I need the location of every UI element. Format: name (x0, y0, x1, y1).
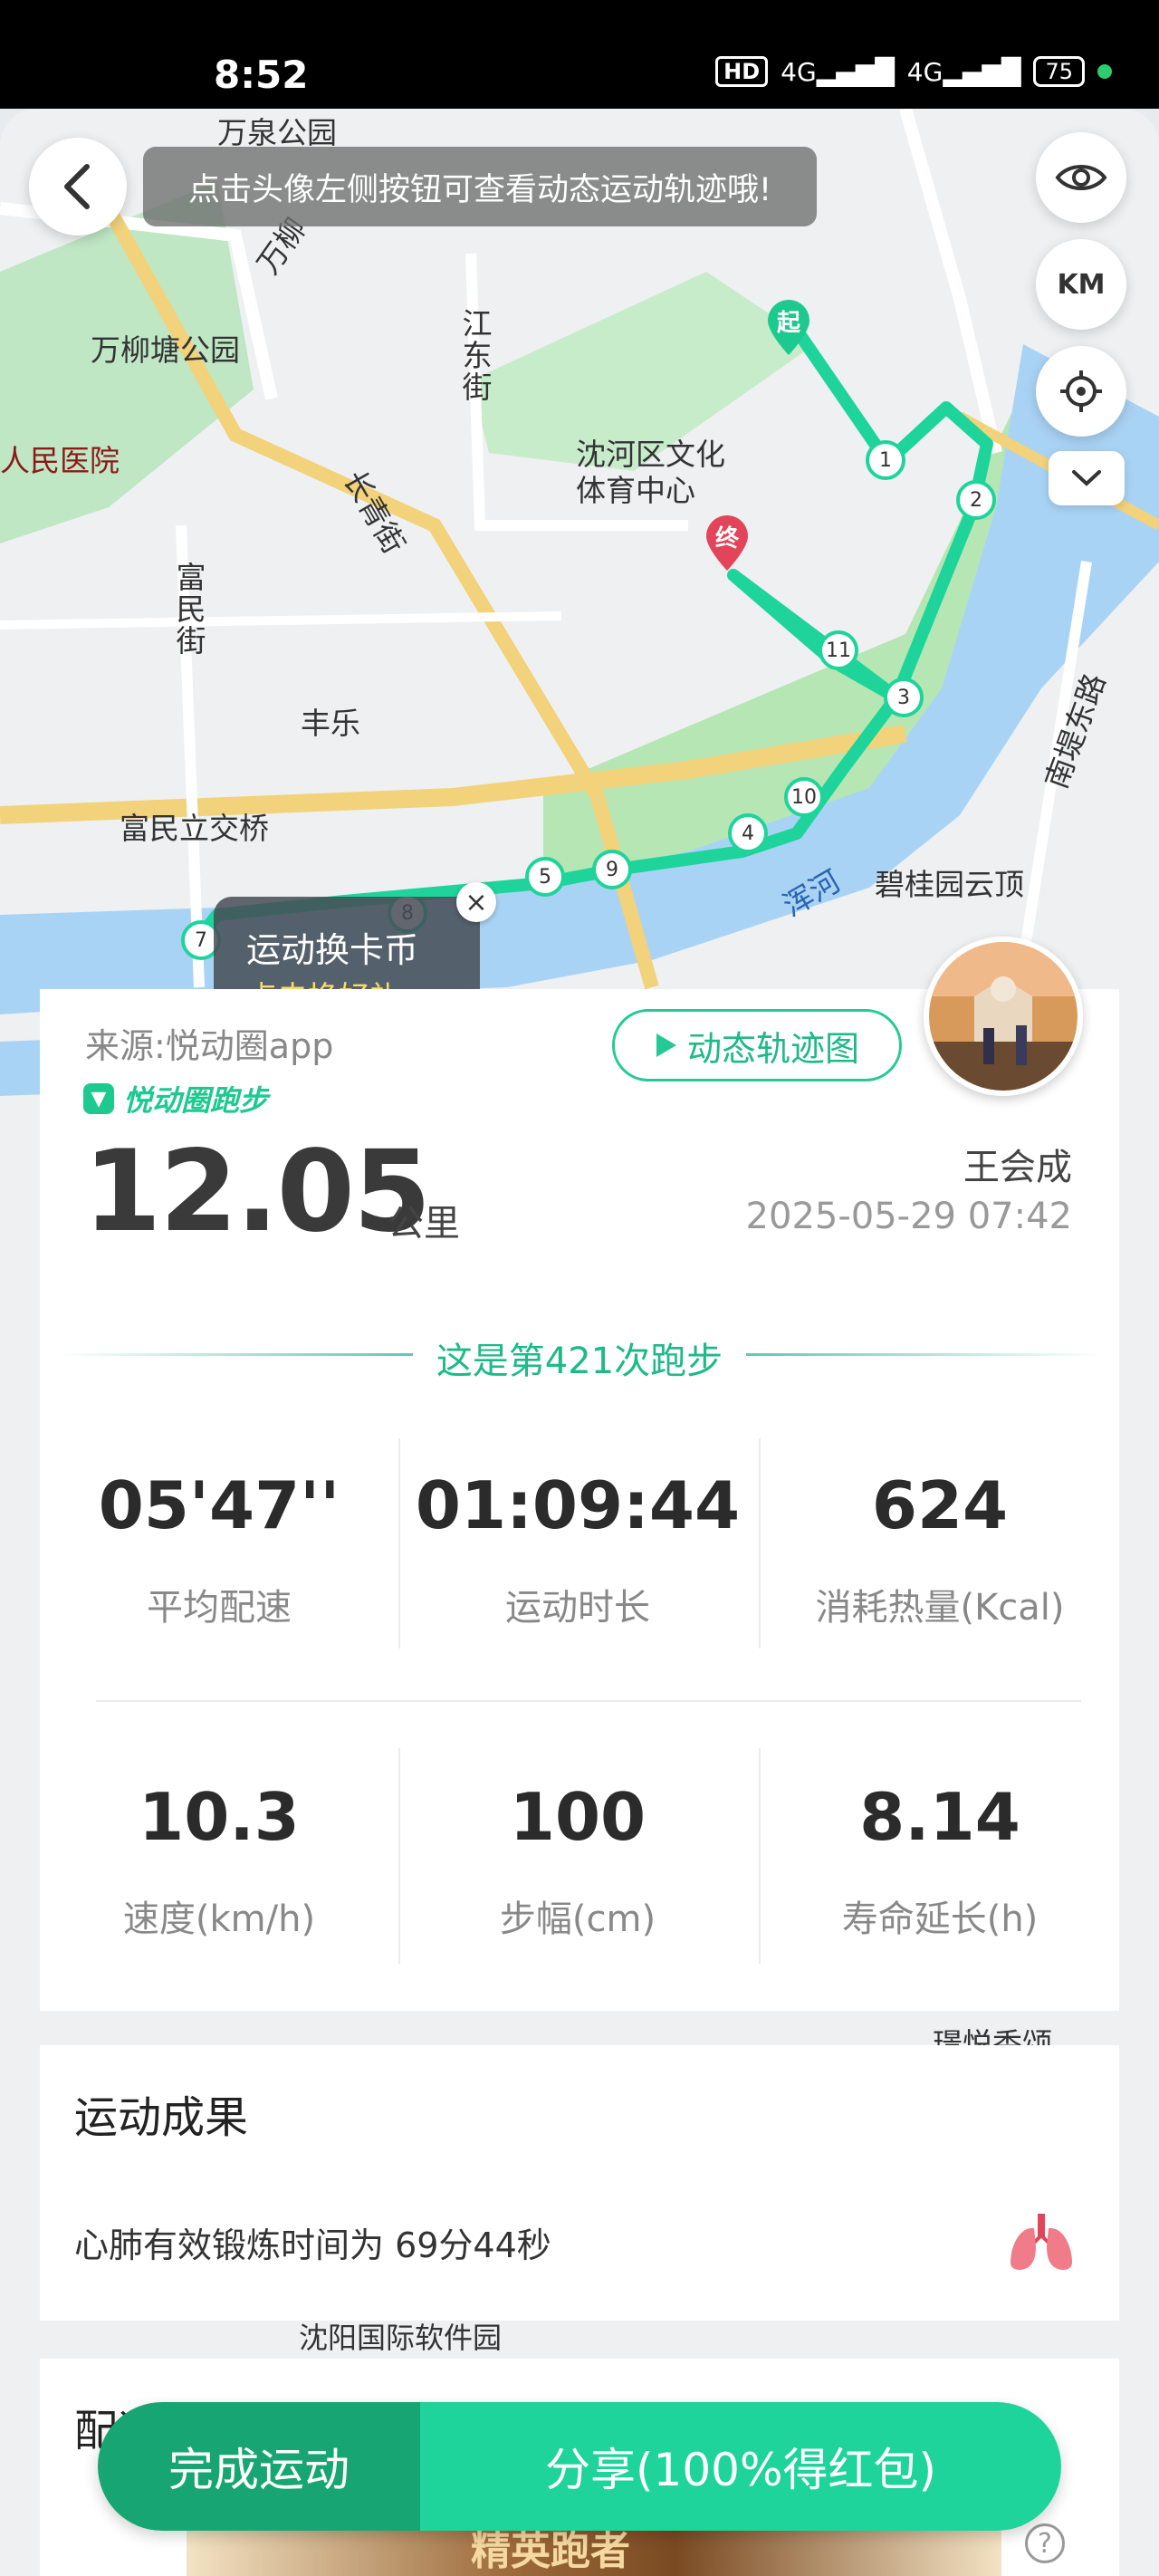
hd-icon: HD (715, 56, 769, 87)
crosshair-icon (1060, 370, 1102, 412)
status-icons: HD 4G▂▄▆█ 4G▂▄▆█ 75 (715, 56, 1112, 87)
km-marker-3: 3 (884, 678, 924, 717)
start-marker-icon[interactable]: 起 (764, 297, 813, 357)
km-marker-2: 2 (956, 480, 996, 520)
distance-unit: 公里 (388, 1203, 460, 1245)
map-label-wanliu-park: 万柳塘公园 (91, 332, 240, 368)
end-marker-icon[interactable]: 终 (703, 513, 752, 572)
signal-4g-icon: 4G▂▄▆█ (781, 56, 895, 87)
vertical-divider (759, 1748, 761, 1964)
distance-value: 12.05 (83, 1127, 431, 1257)
run-count: 这是第421次跑步 (436, 1341, 723, 1382)
card-popup-title: 运动换卡币 (246, 930, 419, 970)
stat-avg-pace-value: 05'47'' (98, 1467, 340, 1543)
map-label-culture-center: 沈河区文化 体育中心 (576, 437, 725, 508)
vertical-divider (398, 1438, 400, 1648)
avatar[interactable] (924, 937, 1083, 1096)
collapse-controls-button[interactable] (1049, 451, 1125, 505)
stat-stride-label: 步幅(cm) (499, 1898, 656, 1940)
km-marker-1: 1 (866, 440, 905, 480)
brand-icon: ▼ (83, 1083, 114, 1114)
km-marker-11: 11 (819, 630, 858, 670)
km-marker-4: 4 (728, 813, 768, 853)
finish-exercise-button[interactable]: 完成运动 (98, 2402, 420, 2531)
km-marker-10: 10 (784, 777, 824, 817)
tip-banner: 点击头像左侧按钮可查看动态运动轨迹哦! (143, 147, 817, 226)
divider-line (746, 1353, 1101, 1356)
map-label-fumin-street: 富民街 (171, 562, 206, 657)
share-button[interactable]: 分享(100%得红包) (420, 2402, 1061, 2531)
chevron-left-icon (64, 164, 90, 209)
indicator-dot-icon (1097, 64, 1112, 79)
dynamic-track-button[interactable]: 动态轨迹图 (612, 1009, 902, 1081)
map-label-jiangdong-street: 江东街 (457, 308, 493, 403)
stat-calories-label: 消耗热量(Kcal) (815, 1587, 1065, 1629)
dynamic-track-label: 动态轨迹图 (686, 1028, 859, 1069)
stat-avg-pace-label: 平均配速 (147, 1587, 292, 1629)
map-label-software-park: 沈阳国际软件园 (299, 2321, 503, 2355)
signal-4g-icon-2: 4G▂▄▆█ (906, 56, 1021, 87)
stat-life-extension-value: 8.14 (859, 1779, 1020, 1855)
close-popup-button[interactable]: × (456, 882, 496, 922)
km-marker-toggle-button[interactable]: KM (1036, 239, 1126, 330)
divider-line (58, 1353, 413, 1356)
map-label-wanquan-park: 万泉公园 (217, 115, 337, 150)
lung-icon (1007, 2210, 1076, 2273)
back-button[interactable] (29, 138, 127, 235)
map-label-fumin-bridge: 富民立交桥 (120, 811, 269, 846)
user-name: 王会成 (963, 1147, 1072, 1188)
stat-calories-value: 624 (871, 1467, 1009, 1543)
chevron-down-icon (1072, 470, 1101, 486)
run-datetime: 2025-05-29 07:42 (745, 1196, 1072, 1237)
play-icon (656, 1033, 676, 1057)
km-marker-9: 9 (592, 850, 632, 889)
cardio-time-text: 心肺有效锻炼时间为 69分44秒 (74, 2225, 551, 2265)
km-icon: KM (1057, 268, 1106, 301)
stat-speed-label: 速度(km/h) (122, 1898, 316, 1940)
horizontal-divider (96, 1700, 1081, 1702)
vertical-divider (759, 1438, 761, 1648)
locate-button[interactable] (1036, 346, 1126, 437)
help-icon[interactable]: ? (1025, 2523, 1065, 2563)
map-label-fengle: 丰乐 (301, 706, 360, 741)
map-label-people-hospital: 人民医院 (0, 443, 120, 478)
status-bar: 8:52 HD 4G▂▄▆█ 4G▂▄▆█ 75 (0, 0, 1159, 109)
stat-stride-value: 100 (509, 1779, 647, 1855)
status-time: 8:52 (214, 53, 309, 97)
brand-name: 悦动圈跑步 (123, 1083, 269, 1118)
source-text: 来源:悦动圈app (85, 1026, 334, 1066)
map-label-biguiyuan: 碧桂园云顶 (875, 867, 1024, 902)
stat-life-extension-label: 寿命延长(h) (841, 1898, 1039, 1940)
close-icon: × (465, 886, 488, 918)
stat-duration-label: 运动时长 (505, 1587, 650, 1629)
result-title: 运动成果 (74, 2092, 249, 2143)
eye-toggle-button[interactable] (1036, 132, 1126, 223)
brand-logo: ▼ 悦动圈跑步 (83, 1078, 268, 1120)
card-coin-popup[interactable]: 运动换卡币 点击换好礼 (214, 897, 480, 996)
stat-speed-value: 10.3 (139, 1779, 300, 1855)
battery-icon: 75 (1033, 56, 1085, 87)
action-bar: 完成运动 分享(100%得红包) (98, 2402, 1061, 2531)
eye-icon (1055, 165, 1107, 190)
vertical-divider (398, 1748, 400, 1964)
avatar-photo (929, 942, 1078, 1091)
stat-duration-value: 01:09:44 (415, 1467, 741, 1543)
km-marker-5: 5 (525, 857, 565, 897)
